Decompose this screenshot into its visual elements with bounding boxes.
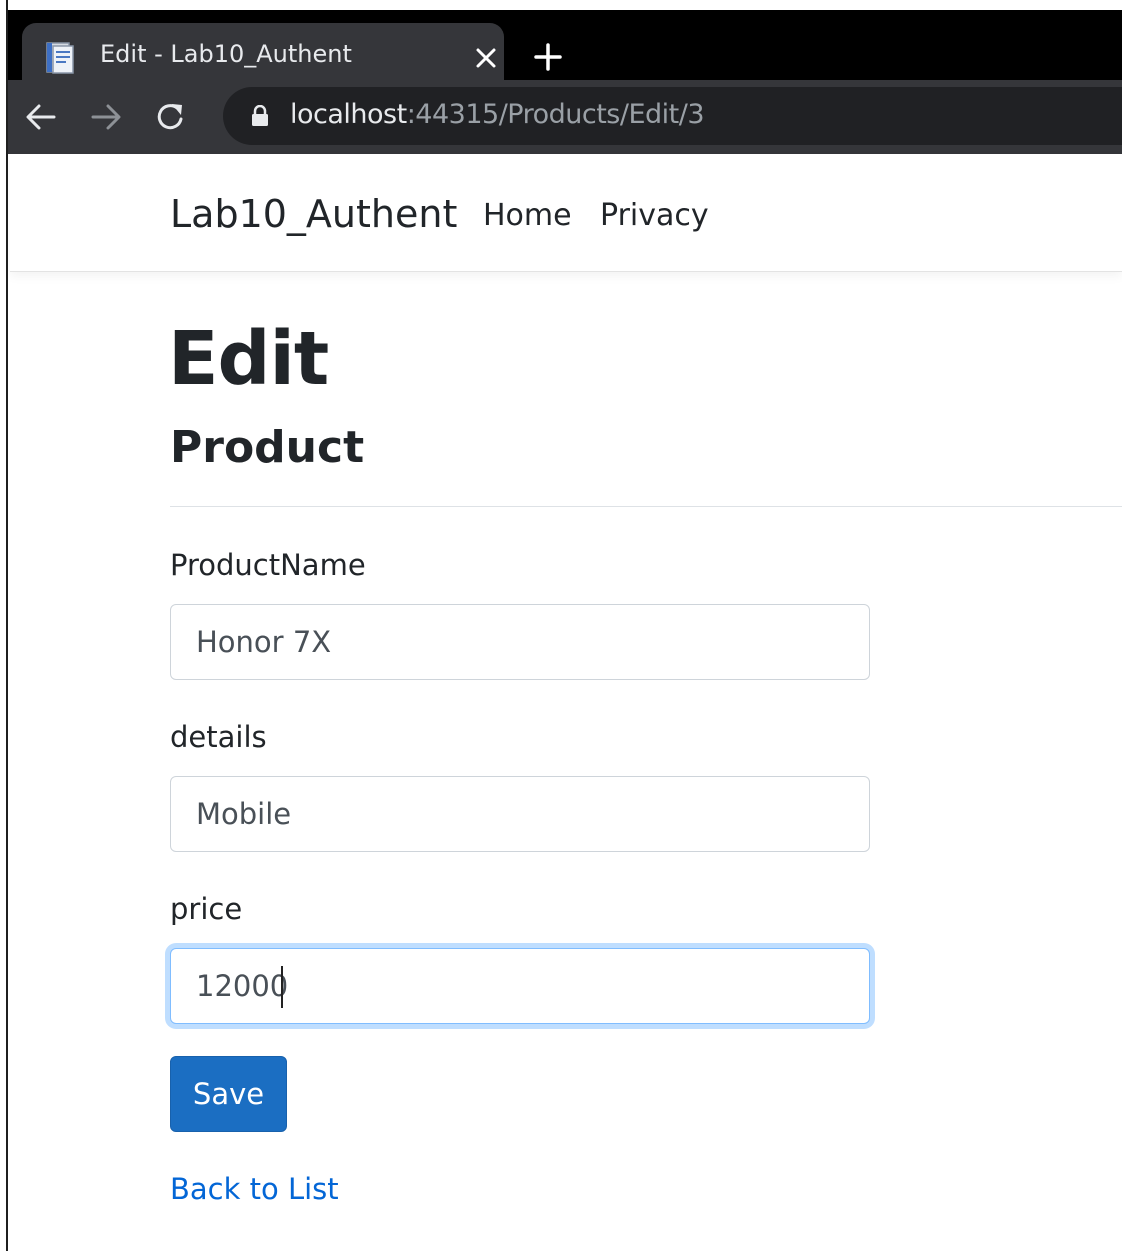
product-name-input[interactable] bbox=[170, 604, 870, 680]
navbar-brand[interactable]: Lab10_Authent bbox=[170, 192, 457, 236]
url-host: localhost bbox=[290, 99, 407, 130]
address-bar[interactable]: localhost:44315/Products/Edit/3 bbox=[223, 87, 1122, 145]
arrow-left-icon[interactable] bbox=[24, 100, 58, 134]
close-icon[interactable] bbox=[474, 46, 498, 70]
back-to-list-link[interactable]: Back to List bbox=[170, 1172, 339, 1206]
url-text: localhost:44315/Products/Edit/3 bbox=[290, 99, 705, 130]
document-icon bbox=[44, 41, 78, 75]
product-name-label: ProductName bbox=[170, 548, 366, 582]
plus-icon[interactable] bbox=[533, 42, 563, 72]
lock-icon[interactable] bbox=[251, 104, 269, 127]
tab-title: Edit - Lab10_Authent bbox=[100, 40, 352, 68]
nav-link-privacy[interactable]: Privacy bbox=[600, 198, 709, 233]
text-caret bbox=[281, 966, 283, 1008]
nav-link-home[interactable]: Home bbox=[483, 198, 572, 233]
price-input[interactable] bbox=[170, 948, 870, 1024]
screen-top-edge bbox=[0, 0, 1122, 10]
page-title: Edit bbox=[168, 316, 329, 402]
page-subtitle: Product bbox=[170, 422, 365, 473]
browser-toolbar: localhost:44315/Products/Edit/3 bbox=[8, 80, 1122, 154]
price-label: price bbox=[170, 892, 243, 926]
site-navbar: Lab10_Authent Home Privacy bbox=[10, 154, 1122, 272]
window-left-edge bbox=[0, 0, 8, 1251]
url-path: :44315/Products/Edit/3 bbox=[406, 99, 705, 130]
browser-tab-strip: Edit - Lab10_Authent bbox=[8, 10, 1122, 90]
details-label: details bbox=[170, 720, 267, 754]
divider bbox=[170, 506, 1122, 507]
reload-icon[interactable] bbox=[154, 100, 188, 134]
arrow-right-icon[interactable] bbox=[89, 100, 123, 134]
save-button[interactable]: Save bbox=[170, 1056, 287, 1132]
details-input[interactable] bbox=[170, 776, 870, 852]
